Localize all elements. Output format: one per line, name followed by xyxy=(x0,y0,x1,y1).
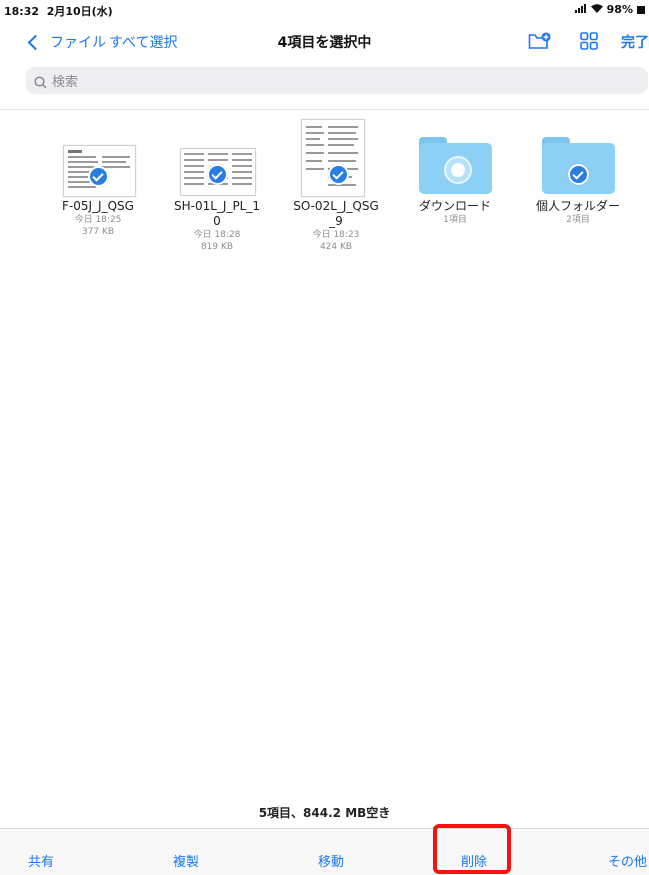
search-icon xyxy=(34,74,47,89)
file-size: 819 KB xyxy=(200,242,234,252)
signal-icon xyxy=(574,3,587,16)
duplicate-button[interactable]: 複製 xyxy=(173,851,199,870)
file-name: SO-02L_J_QSG _9 xyxy=(293,199,379,228)
folder-count: 1項目 xyxy=(443,215,467,225)
file-item[interactable]: SH-01L_J_PL_1 0 今日 18:28 819 KB xyxy=(157,115,277,253)
nav-bar: ファイル すべて選択 4項目を選択中 完了 xyxy=(0,18,649,66)
move-button[interactable]: 移動 xyxy=(318,851,344,870)
selected-check-icon xyxy=(207,164,228,185)
new-folder-icon[interactable] xyxy=(528,32,552,50)
battery-icon xyxy=(637,5,645,14)
file-item[interactable]: F-05J_J_QSG 今日 18:25 377 KB xyxy=(38,115,158,238)
select-all-button[interactable]: すべて選択 xyxy=(109,32,177,52)
file-item[interactable]: SO-02L_J_QSG _9 今日 18:23 424 KB xyxy=(276,115,396,253)
share-button[interactable]: 共有 xyxy=(28,851,54,870)
storage-info: 5項目、844.2 MB空き xyxy=(258,806,391,820)
back-label: ファイル xyxy=(50,35,106,51)
document-thumbnail xyxy=(301,119,365,197)
more-button[interactable]: その他 xyxy=(608,851,647,870)
file-date: 今日 18:28 xyxy=(193,230,241,240)
grid-view-icon[interactable] xyxy=(580,32,598,50)
folder-name: 個人フォルダー xyxy=(535,199,620,213)
selected-check-icon xyxy=(568,164,589,185)
page-title: 4項目を選択中 xyxy=(277,35,372,51)
battery-percent: 98% xyxy=(606,3,633,16)
file-name: SH-01L_J_PL_1 0 xyxy=(173,199,261,228)
done-button[interactable]: 完了 xyxy=(621,32,649,52)
chevron-left-icon xyxy=(27,34,44,50)
delete-highlight-box xyxy=(433,824,511,874)
divider xyxy=(0,109,649,110)
download-icon xyxy=(444,156,472,184)
search-placeholder: 検索 xyxy=(52,75,79,90)
selected-check-icon xyxy=(88,166,109,187)
folder-name: ダウンロード xyxy=(418,199,491,213)
folder-item[interactable]: ダウンロード 1項目 xyxy=(395,115,515,226)
folder-item[interactable]: 個人フォルダー 2項目 xyxy=(518,115,638,226)
status-time: 18:32 2月10日(水) xyxy=(4,5,113,18)
folder-count: 2項目 xyxy=(566,215,590,225)
file-size: 424 KB xyxy=(319,242,353,252)
back-button[interactable]: ファイル xyxy=(27,32,106,52)
folder-icon xyxy=(419,137,492,194)
selected-check-icon xyxy=(328,164,349,185)
file-name: F-05J_J_QSG xyxy=(62,199,134,213)
search-field[interactable]: 検索 xyxy=(26,67,648,94)
file-date: 今日 18:23 xyxy=(312,230,360,240)
file-size: 377 KB xyxy=(81,227,115,237)
bottom-toolbar: 共有 複製 移動 削除 その他 xyxy=(0,828,649,875)
status-bar: 18:32 2月10日(水) 98% xyxy=(0,0,649,18)
status-indicators: 98% xyxy=(574,3,645,16)
file-date: 今日 18:25 xyxy=(74,215,122,225)
wifi-icon xyxy=(590,3,603,16)
